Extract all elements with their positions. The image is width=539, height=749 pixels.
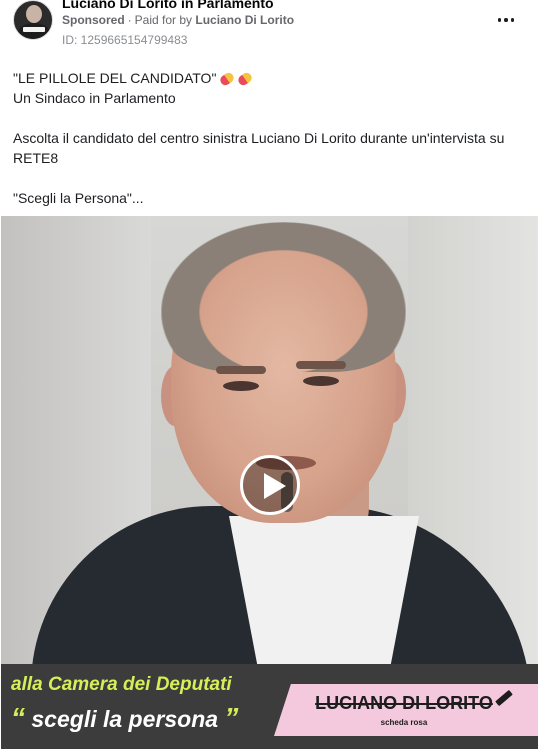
banner-slogan: scegli la persona (31, 706, 219, 732)
post-line-description: Ascolta il candidato del centro sinistra… (13, 130, 505, 166)
meta-separator: · (127, 13, 132, 27)
person-hair (161, 222, 406, 372)
avatar-face (26, 5, 42, 23)
post-header: Luciano Di Lorito in Parlamento Sponsore… (0, 0, 539, 56)
banner-line-camera: alla Camera dei Deputati (11, 674, 232, 695)
post-text: "LE PILLOLE DEL CANDIDATO" Un Sindaco in… (13, 68, 529, 208)
person-brow (296, 361, 346, 369)
avatar-card (23, 27, 45, 32)
paid-for-name-link[interactable]: Luciano Di Lorito (195, 13, 294, 27)
person-eye (303, 376, 339, 386)
page-avatar[interactable] (13, 0, 53, 40)
sponsored-line: Sponsored · Paid for by Luciano Di Lorito (62, 13, 294, 27)
more-options-icon[interactable] (494, 8, 518, 32)
post-line-tagline[interactable]: "Scegli la Persona"... (13, 188, 529, 208)
sponsored-label: Sponsored (62, 13, 125, 27)
paid-for-prefix: Paid for by (134, 13, 193, 27)
more-dot (510, 18, 515, 22)
name-card-subtitle: scheda rosa (380, 718, 428, 727)
post-title-text: "LE PILLOLE DEL CANDIDATO" (13, 70, 217, 86)
banner-line-scegli: “ scegli la persona ” (11, 702, 238, 734)
post-line-subtitle: Un Sindaco in Parlamento (13, 90, 176, 106)
open-quote: “ (11, 702, 25, 733)
ad-card: Luciano Di Lorito in Parlamento Sponsore… (0, 0, 539, 749)
more-dot (504, 18, 508, 22)
ad-id: ID: 1259665154799483 (62, 33, 188, 47)
person-brow (216, 366, 266, 374)
page-name-link[interactable]: Luciano Di Lorito in Parlamento (62, 0, 274, 11)
name-card-text: LUCIANO DI LORITO (315, 693, 493, 713)
more-dot (497, 18, 502, 22)
play-icon[interactable] (240, 455, 300, 515)
video-lower-banner: alla Camera dei Deputati “ scegli la per… (1, 664, 538, 749)
pill-icon (236, 70, 255, 88)
pill-icon (218, 70, 237, 88)
video-player[interactable]: alla Camera dei Deputati “ scegli la per… (1, 216, 538, 749)
person-eye (223, 381, 259, 391)
post-line-title: "LE PILLOLE DEL CANDIDATO" (13, 68, 529, 88)
close-quote: ” (224, 702, 239, 733)
